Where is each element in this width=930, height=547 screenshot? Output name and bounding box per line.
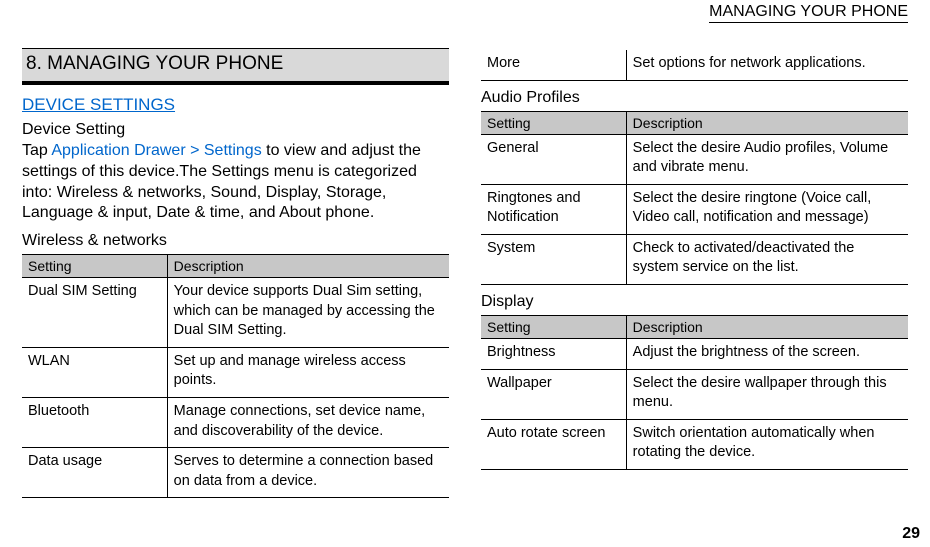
cell-setting: WLAN — [22, 347, 167, 397]
table-row: Data usage Serves to determine a connect… — [22, 448, 449, 498]
display-table: Setting Description Brightness Adjust th… — [481, 315, 908, 470]
cell-description: Select the desire ringtone (Voice call, … — [626, 184, 908, 234]
sub-heading: Device Setting — [22, 121, 449, 139]
audio-heading: Audio Profiles — [481, 89, 908, 107]
col-header-setting: Setting — [22, 255, 167, 278]
content-columns: 8. MANAGING YOUR PHONE DEVICE SETTINGS D… — [0, 0, 930, 506]
table-row: Dual SIM Setting Your device supports Du… — [22, 278, 449, 348]
right-column: More Set options for network application… — [481, 48, 908, 506]
cell-description: Adjust the brightness of the screen. — [626, 338, 908, 369]
cell-description: Check to activated/deactivated the syste… — [626, 234, 908, 284]
table-row: General Select the desire Audio profiles… — [481, 134, 908, 184]
cell-description: Serves to determine a connection based o… — [167, 448, 449, 498]
wireless-table: Setting Description Dual SIM Setting You… — [22, 254, 449, 498]
cell-description: Select the desire wallpaper through this… — [626, 369, 908, 419]
wireless-heading: Wireless & networks — [22, 232, 449, 250]
cell-setting: Data usage — [22, 448, 167, 498]
table-row: More Set options for network application… — [481, 50, 908, 80]
body-text-before: Tap — [22, 142, 51, 159]
cell-setting: Dual SIM Setting — [22, 278, 167, 348]
col-header-setting: Setting — [481, 111, 626, 134]
settings-path-link: Application Drawer > Settings — [51, 142, 261, 159]
wireless-table-continued: More Set options for network application… — [481, 50, 908, 81]
col-header-setting: Setting — [481, 315, 626, 338]
table-row: Auto rotate screen Switch orientation au… — [481, 419, 908, 469]
col-header-description: Description — [167, 255, 449, 278]
chapter-title: 8. MANAGING YOUR PHONE — [22, 48, 449, 85]
section-heading: DEVICE SETTINGS — [22, 95, 449, 115]
cell-description: Switch orientation automatically when ro… — [626, 419, 908, 469]
cell-description: Set up and manage wireless access points… — [167, 347, 449, 397]
table-header-row: Setting Description — [481, 315, 908, 338]
cell-setting: Wallpaper — [481, 369, 626, 419]
running-header: MANAGING YOUR PHONE — [709, 3, 908, 23]
cell-setting: More — [481, 50, 626, 80]
col-header-description: Description — [626, 315, 908, 338]
cell-description: Your device supports Dual Sim setting, w… — [167, 278, 449, 348]
audio-table: Setting Description General Select the d… — [481, 111, 908, 285]
table-row: Bluetooth Manage connections, set device… — [22, 398, 449, 448]
cell-setting: System — [481, 234, 626, 284]
table-row: Wallpaper Select the desire wallpaper th… — [481, 369, 908, 419]
page-number: 29 — [902, 525, 920, 543]
cell-setting: Bluetooth — [22, 398, 167, 448]
cell-setting: General — [481, 134, 626, 184]
cell-description: Set options for network applications. — [626, 50, 908, 80]
display-heading: Display — [481, 293, 908, 311]
cell-description: Manage connections, set device name, and… — [167, 398, 449, 448]
cell-description: Select the desire Audio profiles, Volume… — [626, 134, 908, 184]
table-row: WLAN Set up and manage wireless access p… — [22, 347, 449, 397]
table-header-row: Setting Description — [22, 255, 449, 278]
table-row: Ringtones and Notification Select the de… — [481, 184, 908, 234]
table-row: Brightness Adjust the brightness of the … — [481, 338, 908, 369]
left-column: 8. MANAGING YOUR PHONE DEVICE SETTINGS D… — [22, 48, 449, 506]
col-header-description: Description — [626, 111, 908, 134]
body-paragraph: Tap Application Drawer > Settings to vie… — [22, 141, 449, 224]
cell-setting: Auto rotate screen — [481, 419, 626, 469]
cell-setting: Brightness — [481, 338, 626, 369]
cell-setting: Ringtones and Notification — [481, 184, 626, 234]
table-header-row: Setting Description — [481, 111, 908, 134]
table-row: System Check to activated/deactivated th… — [481, 234, 908, 284]
